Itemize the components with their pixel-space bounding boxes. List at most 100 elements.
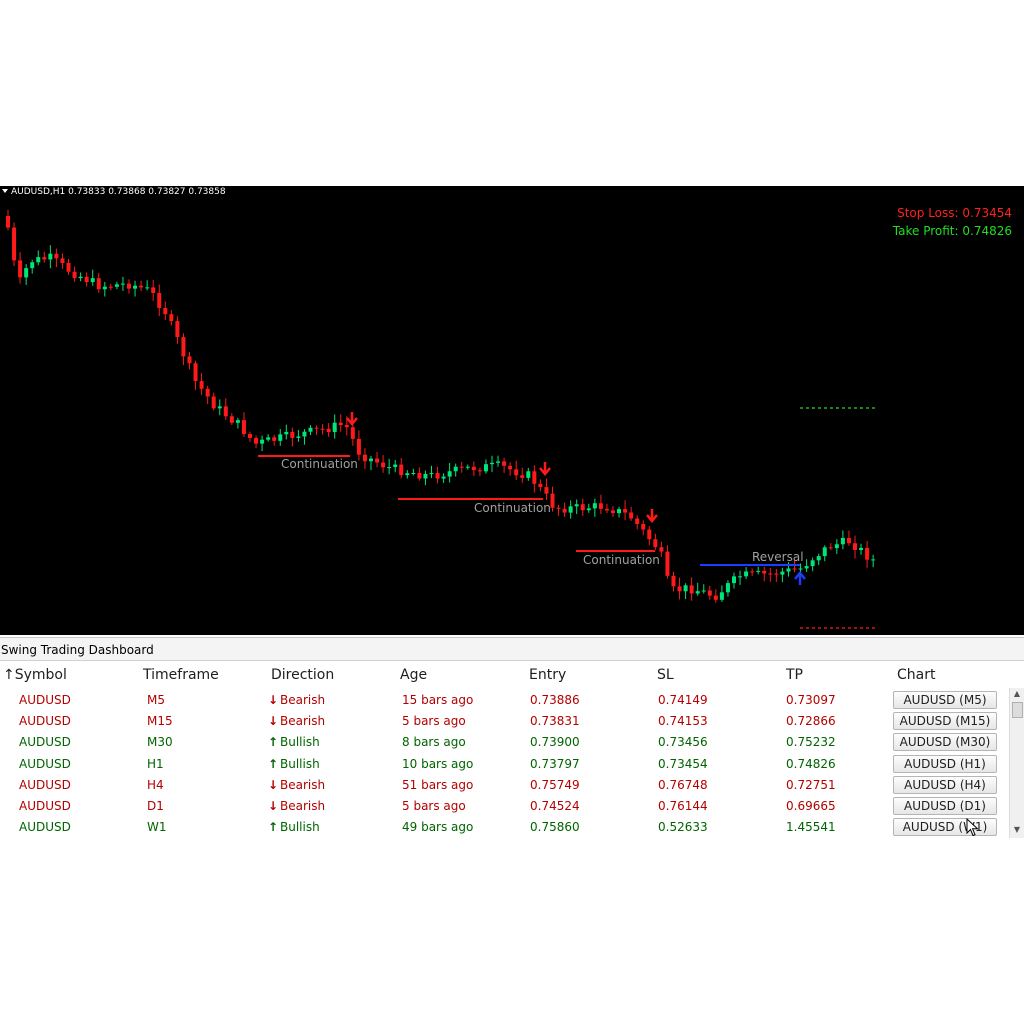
bear-candle <box>157 292 162 309</box>
symbol-cell: AUDUSD <box>19 756 71 771</box>
column-header-tp[interactable]: TP <box>786 667 803 683</box>
bull-candle <box>217 406 222 409</box>
bull-candle <box>816 556 821 561</box>
bull-candle <box>266 437 271 440</box>
bear-candle <box>459 466 464 468</box>
arrow-up-icon: ↑ <box>268 820 279 835</box>
direction-text: Bearish <box>280 714 326 729</box>
bull-candle <box>423 473 428 479</box>
direction-cell: ↑ Bullish <box>268 820 320 834</box>
bear-candle <box>508 465 513 470</box>
open-chart-button[interactable]: AUDUSD (M15) <box>893 712 997 731</box>
timeframe-cell: H4 <box>147 777 164 792</box>
bull-candle <box>48 253 53 260</box>
bear-candle <box>163 308 168 315</box>
take-profit-label: Take Profit: 0.74826 <box>892 224 1012 238</box>
bear-candle <box>713 595 718 600</box>
age-cell: 5 bars ago <box>402 799 466 813</box>
column-header-timeframe[interactable]: Timeframe <box>143 667 219 683</box>
dropdown-triangle-icon[interactable] <box>2 189 8 193</box>
bull-candle <box>387 467 392 469</box>
arrow-down-icon: ↓ <box>268 777 279 792</box>
bear-candle <box>151 287 156 293</box>
bull-candle <box>24 268 29 278</box>
open-chart-button[interactable]: AUDUSD (W1) <box>893 818 997 837</box>
symbol-cell: AUDUSD <box>19 693 71 707</box>
column-header-direction[interactable]: Direction <box>271 667 334 683</box>
bear-candle <box>344 425 349 428</box>
bear-candle <box>84 276 89 283</box>
bear-candle <box>604 508 609 511</box>
bear-candle <box>356 438 361 455</box>
bull-candle <box>725 583 730 593</box>
bear-candle <box>665 551 670 576</box>
bull-candle <box>120 283 125 285</box>
column-header-entry[interactable]: Entry <box>529 667 566 683</box>
tp-cell: 0.74826 <box>786 756 836 771</box>
bear-candle <box>477 470 482 472</box>
column-header-symbol[interactable]: ↑Symbol <box>3 667 67 683</box>
direction-text: Bullish <box>280 756 320 771</box>
bull-candle <box>133 285 138 289</box>
direction-cell: ↑ Bullish <box>268 757 320 771</box>
scroll-up-arrow-icon[interactable]: ▲ <box>1010 688 1024 700</box>
bull-candle <box>90 278 95 283</box>
tp-cell: 0.73097 <box>786 693 836 707</box>
bear-candle <box>254 437 259 444</box>
bear-candle <box>550 493 555 508</box>
bear-candle <box>66 262 71 272</box>
timeframe-cell: M5 <box>147 693 165 707</box>
column-header-age[interactable]: Age <box>400 667 427 683</box>
bear-candle <box>556 507 561 509</box>
price-chart[interactable]: AUDUSD,H1 0.73833 0.73868 0.73827 0.7385… <box>0 186 1024 635</box>
bear-candle <box>520 475 525 478</box>
scroll-down-arrow-icon[interactable]: ▼ <box>1010 824 1024 836</box>
bear-candle <box>707 590 712 596</box>
bear-candle <box>18 260 23 278</box>
bull-candle <box>840 537 845 545</box>
bear-candle <box>471 466 476 471</box>
column-header-chart[interactable]: Chart <box>897 667 935 683</box>
bear-candle <box>417 472 422 479</box>
bear-candle <box>598 503 603 509</box>
bear-candle <box>689 585 694 594</box>
sl-cell: 0.73456 <box>658 735 708 750</box>
direction-text: Bearish <box>280 799 326 813</box>
bull-candle <box>114 284 119 287</box>
bull-candle <box>332 422 337 432</box>
bull-candle <box>683 585 688 592</box>
open-chart-button[interactable]: AUDUSD (M30) <box>893 733 997 752</box>
open-chart-button[interactable]: AUDUSD (H1) <box>893 754 997 773</box>
tp-cell: 0.72866 <box>786 714 836 729</box>
entry-cell: 0.75860 <box>530 820 580 835</box>
swing-trading-dashboard: Swing Trading Dashboard ↑Symbol Timefram… <box>0 637 1024 838</box>
vertical-scrollbar[interactable]: ▲ ▼ <box>1009 688 1024 838</box>
bear-candle <box>635 518 640 525</box>
open-chart-button[interactable]: AUDUSD (M5) <box>893 691 997 709</box>
bear-candle <box>375 458 380 463</box>
sl-cell: 0.74149 <box>658 693 708 707</box>
timeframe-cell: D1 <box>147 799 164 813</box>
open-chart-button[interactable]: AUDUSD (D1) <box>893 797 997 815</box>
symbol-cell: AUDUSD <box>19 799 71 813</box>
bear-candle <box>629 512 634 519</box>
bear-candle <box>320 428 325 430</box>
arrow-down-icon: ↓ <box>268 714 279 729</box>
scroll-thumb[interactable] <box>1012 702 1023 718</box>
open-chart-button[interactable]: AUDUSD (H4) <box>893 775 997 794</box>
bull-candle <box>822 547 827 557</box>
bull-candle <box>405 473 410 476</box>
bear-candle <box>272 437 277 441</box>
bear-candle <box>562 508 567 513</box>
bull-candle <box>701 590 706 592</box>
bull-candle <box>369 458 373 462</box>
tp-cell: 0.75232 <box>786 735 836 750</box>
column-header-sl[interactable]: SL <box>657 667 674 683</box>
bear-candle <box>187 356 192 364</box>
sl-cell: 0.52633 <box>658 820 708 835</box>
bull-candle <box>36 257 41 263</box>
tp-cell: 1.45541 <box>786 820 836 835</box>
symbol-header: AUDUSD,H1 0.73833 0.73868 0.73827 0.7385… <box>0 186 226 198</box>
arrow-up-icon: ↑ <box>268 735 279 750</box>
candlestick-chart[interactable] <box>0 186 1024 635</box>
